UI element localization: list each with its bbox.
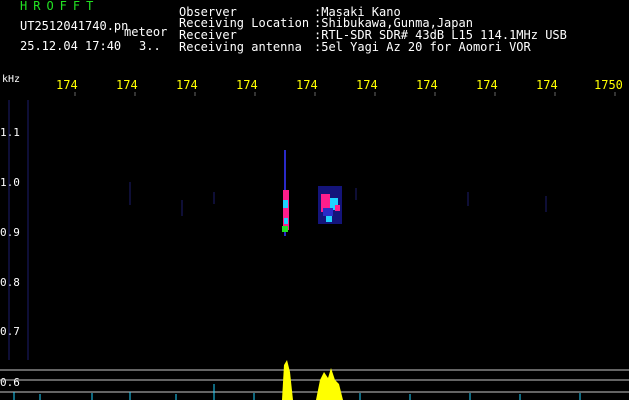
freq-tick: 1750 (594, 78, 623, 92)
freq-tick: 174 (236, 78, 258, 92)
spectrum-baselines (0, 369, 629, 393)
antenna-label: Receiving antenna (179, 40, 302, 54)
freq-tick: 174 (536, 78, 558, 92)
meteor-echo-1 (282, 150, 289, 236)
freq-tick: 174 (176, 78, 198, 92)
freq-tick: 174 (56, 78, 78, 92)
freq-tick: 174 (356, 78, 378, 92)
freq-tick: 174 (476, 78, 498, 92)
freq-tick: 174 (296, 78, 318, 92)
program-name: meteor (124, 25, 168, 39)
antenna-value: :5el Yagi Az 20 for Aomori VOR (314, 40, 531, 54)
freq-tick: 174 (116, 78, 138, 92)
noise-streaks (8, 100, 547, 360)
meteor-echo-2 (318, 186, 342, 224)
axis-tickmarks (74, 92, 616, 96)
file-name: UT2512041740.pn (20, 19, 129, 33)
spectrogram (0, 92, 629, 400)
counter-value: 3.. (139, 39, 161, 53)
app-brand: HROFFT (20, 0, 100, 13)
timestamp: 25.12.04 17:40 (20, 39, 122, 53)
frequency-axis: 174 174 174 174 174 174 174 174 174 1750 (0, 78, 629, 92)
freq-tick: 174 (416, 78, 438, 92)
